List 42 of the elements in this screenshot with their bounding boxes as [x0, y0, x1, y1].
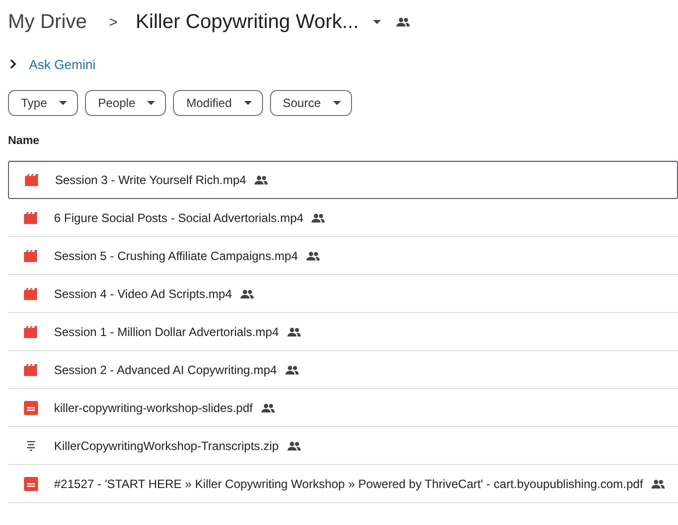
chevron-icon[interactable] [10, 59, 17, 69]
file-name: Session 1 - Million Dollar Advertorials.mp4 [54, 324, 279, 338]
caret-icon [59, 101, 68, 105]
breadcrumb-separator: > [108, 14, 118, 30]
file-name: Session 2 - Advanced AI Copywriting.mp4 [54, 362, 277, 376]
film-icon [24, 364, 38, 376]
file-row[interactable]: Session 4 - Video Ad Scripts.mp4 [8, 275, 678, 313]
file-name: Session 5 - Crushing Affiliate Campaigns.mp4 [54, 248, 298, 262]
film-icon [24, 326, 38, 338]
file-row[interactable]: 6 Figure Social Posts - Social Advertorials.mp4 [8, 199, 678, 237]
film-icon [24, 288, 38, 300]
filter-chip[interactable]: People [85, 90, 166, 116]
file-name: killer-copywriting-workshop-slides.pdf [54, 400, 253, 414]
file-row[interactable]: killer-copywriting-workshop-slides.pdf [8, 389, 678, 427]
caret-icon [244, 101, 252, 105]
archive-icon [27, 440, 35, 450]
filter-chip[interactable]: Source [270, 90, 352, 116]
file-row[interactable]: Session 1 - Million Dollar Advertorials.mp4 [8, 313, 678, 351]
ask-gemini-link[interactable]: Ask Gemini [29, 56, 96, 72]
file-name: KillerCopywritingWorkshop-Transcripts.zip [54, 438, 279, 452]
pdf-file-icon [24, 476, 38, 490]
file-name: Session 4 - Video Ad Scripts.mp4 [54, 286, 232, 300]
pdf-file-icon [24, 400, 38, 414]
file-name: Session 3 - Write Yourself Rich.mp4 [55, 173, 246, 187]
file-name: #21527 - 'START HERE » Killer Copywriting Workshop » Powered by ThriveCart' - cart.byoupublishing.com.pdf [54, 476, 644, 490]
file-row[interactable]: Session 2 - Advanced AI Copywriting.mp4 [8, 351, 678, 389]
breadcrumb-link[interactable]: My Drive [8, 10, 87, 34]
film-icon [24, 250, 38, 262]
file-row[interactable]: Session 5 - Crushing Affiliate Campaigns.mp4 [8, 237, 678, 275]
caret-icon [332, 101, 341, 105]
file-row[interactable]: #21527 - 'START HERE » Killer Copywriting Workshop » Powered by ThriveCart' - cart.byoupublishing.com.pdf [8, 465, 678, 503]
file-row[interactable]: KillerCopywritingWorkshop-Transcripts.zip [8, 427, 678, 465]
file-name: 6 Figure Social Posts - Social Advertorials.mp4 [54, 210, 304, 224]
caret-icon [372, 20, 381, 24]
filter-chip[interactable]: Modified [173, 90, 263, 116]
filter-chip[interactable]: Type [8, 90, 78, 116]
folder-title[interactable]: Killer Copywriting Work... [136, 10, 359, 34]
film-icon [24, 212, 38, 224]
film-icon [25, 174, 39, 186]
file-row[interactable]: Session 3 - Write Yourself Rich.mp4 [8, 161, 678, 199]
caret-icon [147, 101, 156, 105]
column-header[interactable]: Name [8, 135, 40, 147]
